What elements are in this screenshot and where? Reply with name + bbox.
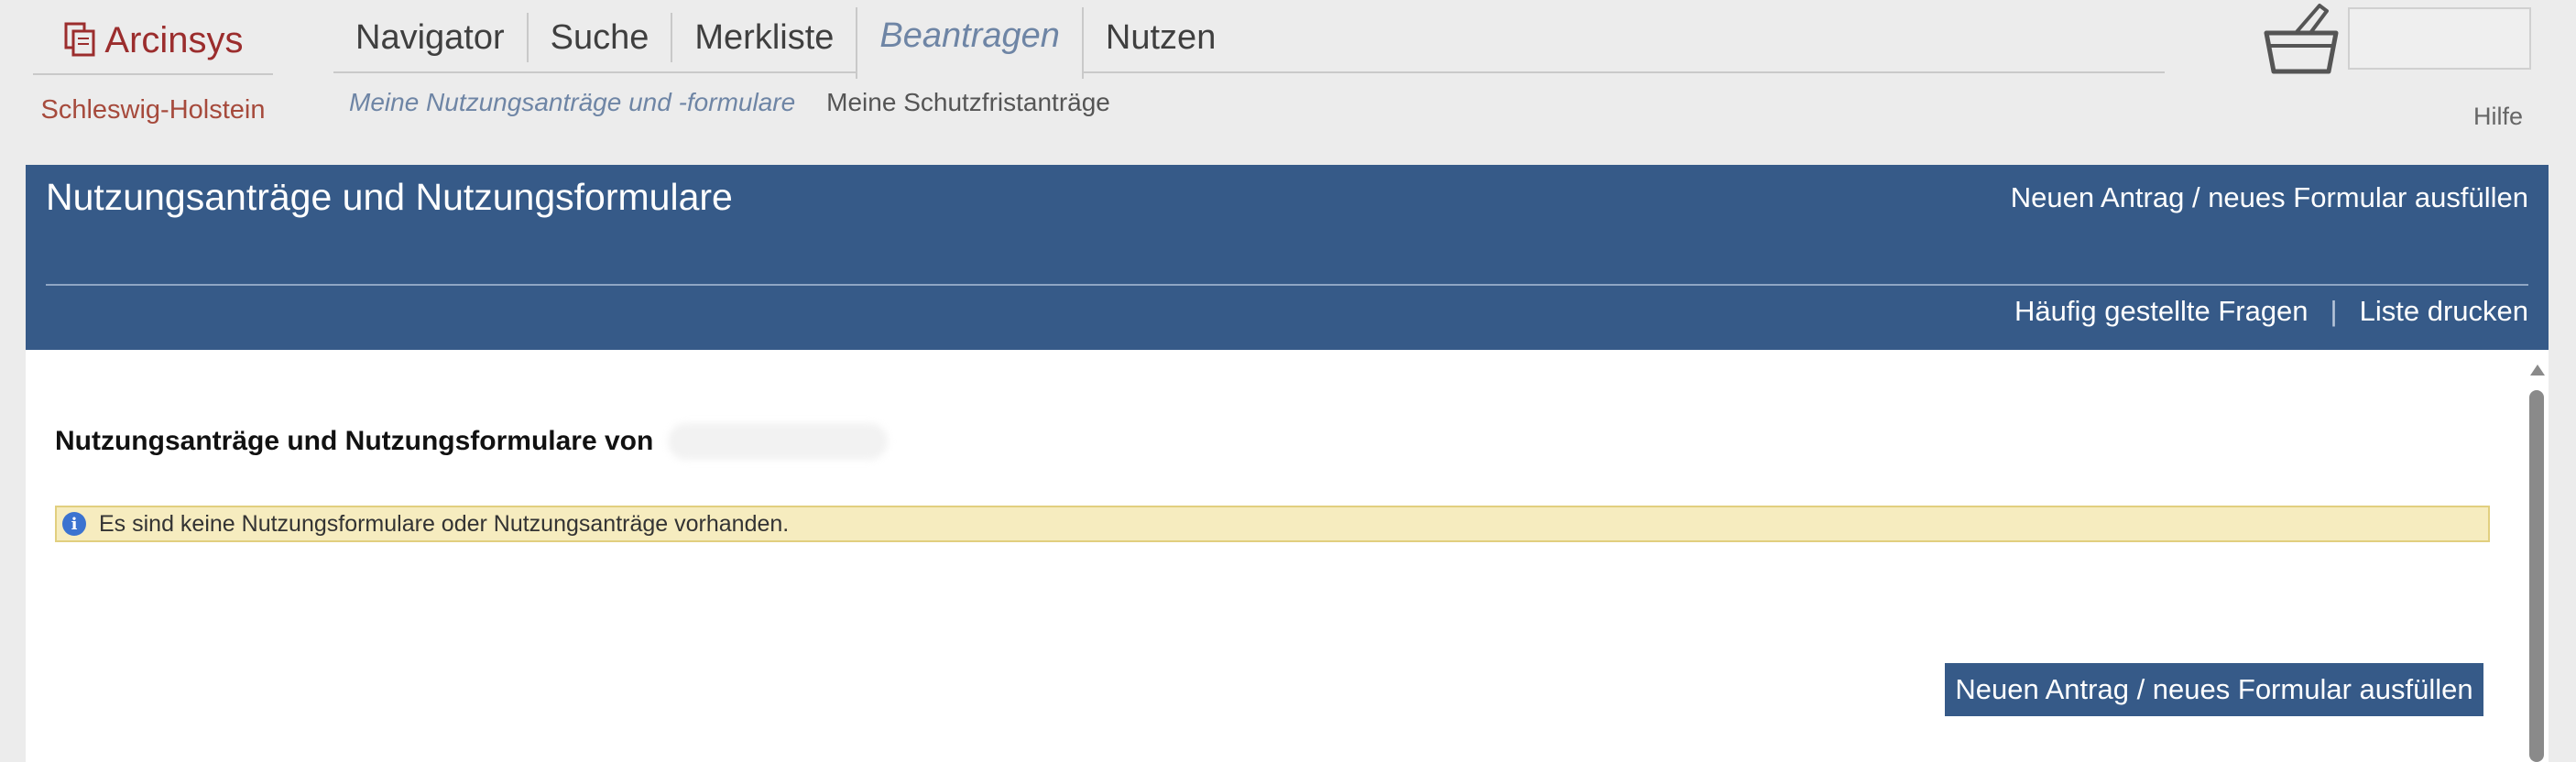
faq-link[interactable]: Häufig gestellte Fragen <box>2014 295 2309 328</box>
subnav-schutzfristantraege[interactable]: Meine Schutzfristanträge <box>826 88 1110 117</box>
print-list-link[interactable]: Liste drucken <box>2360 295 2528 328</box>
info-message-box: i Es sind keine Nutzungsformulare oder N… <box>55 506 2490 542</box>
logo-text: Arcinsys <box>104 19 244 60</box>
page-title: Nutzungsanträge und Nutzungsformulare <box>46 176 733 218</box>
subnav-nutzungsantraege[interactable]: Meine Nutzungsanträge und -formulare <box>349 88 795 117</box>
basket-icon[interactable] <box>2259 0 2343 77</box>
redacted-user-name <box>668 423 889 460</box>
user-box[interactable] <box>2348 7 2531 70</box>
new-request-link[interactable]: Neuen Antrag / neues Formular ausfüllen <box>2011 181 2528 214</box>
link-separator: | <box>2330 295 2338 327</box>
sub-nav: Meine Nutzungsanträge und -formulare Mei… <box>349 88 1110 117</box>
info-icon: i <box>62 512 86 536</box>
content-area: Nutzungsanträge und Nutzungsformulare vo… <box>26 350 2549 762</box>
new-request-button[interactable]: Neuen Antrag / neues Formular ausfüllen <box>1945 663 2483 716</box>
app-logo[interactable]: Arcinsys <box>33 7 273 75</box>
nav-nutzen[interactable]: Nutzen <box>1084 13 1238 62</box>
panel-header: Nutzungsanträge und Nutzungsformulare Ne… <box>26 165 2549 350</box>
main-nav: Navigator Suche Merkliste Beantragen Nut… <box>333 7 2165 79</box>
content-heading-text: Nutzungsanträge und Nutzungsformulare vo… <box>55 426 654 456</box>
info-message: Es sind keine Nutzungsformulare oder Nut… <box>99 510 790 537</box>
vertical-scrollbar[interactable] <box>2527 350 2547 762</box>
scroll-thumb[interactable] <box>2529 390 2544 762</box>
help-link[interactable]: Hilfe <box>2473 103 2523 131</box>
content-heading: Nutzungsanträge und Nutzungsformulare vo… <box>55 423 889 460</box>
nav-suche[interactable]: Suche <box>529 13 673 62</box>
scroll-up-arrow-icon[interactable] <box>2530 365 2545 376</box>
region-label: Schleswig-Holstein <box>40 95 266 125</box>
nav-beantragen[interactable]: Beantragen <box>856 7 1084 79</box>
panel-divider <box>46 284 2528 286</box>
documents-icon <box>64 22 95 57</box>
nav-merkliste[interactable]: Merkliste <box>672 13 856 62</box>
panel-links: Häufig gestellte Fragen | Liste drucken <box>2014 295 2528 328</box>
nav-navigator[interactable]: Navigator <box>333 13 529 62</box>
